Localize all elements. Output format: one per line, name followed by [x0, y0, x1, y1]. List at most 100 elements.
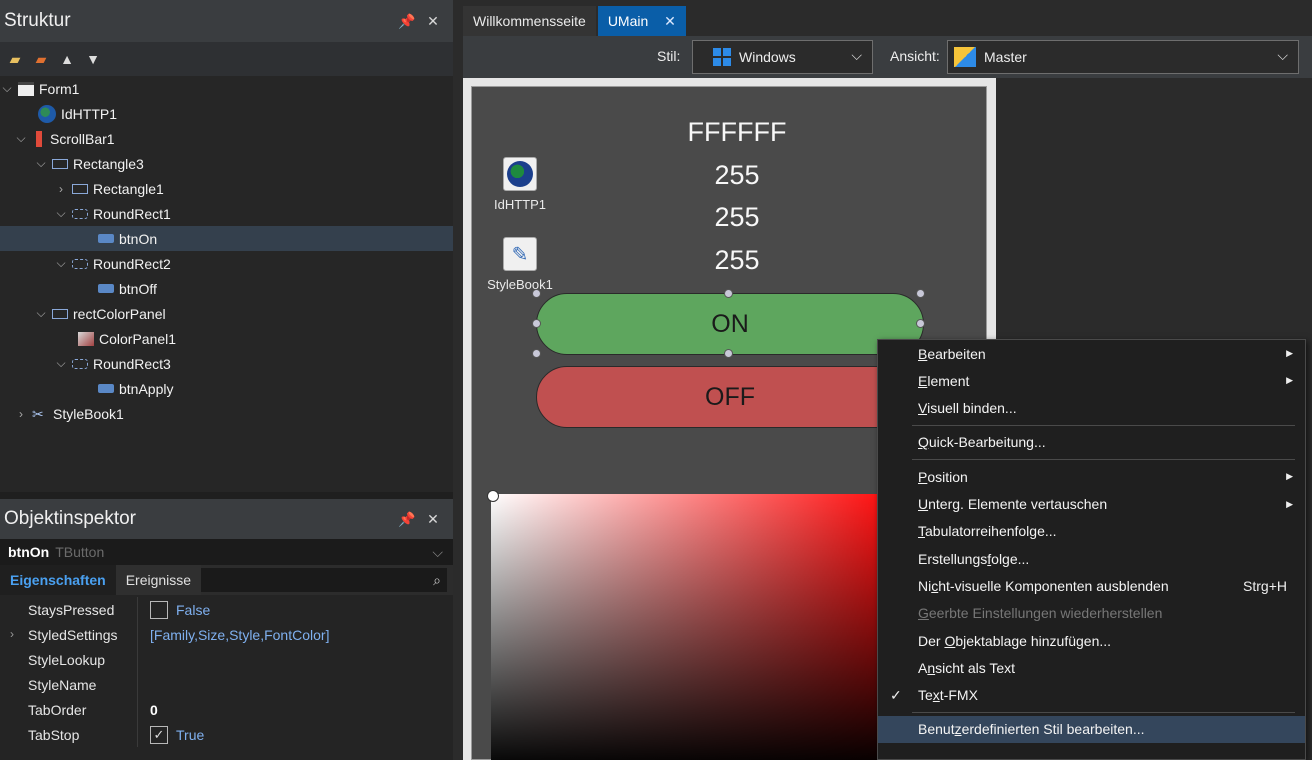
close-icon[interactable]: ✕	[664, 13, 676, 29]
property-row-stylelookup[interactable]: StyleLookup	[0, 647, 453, 672]
move-down-icon[interactable]: ▼	[84, 50, 102, 68]
menu-item[interactable]: Nicht-visuelle Komponenten ausblenden Str…	[878, 572, 1305, 599]
tab-willkommensseite[interactable]: Willkommensseite	[463, 6, 596, 36]
chevron-down-icon[interactable]: ⌵	[1277, 47, 1288, 64]
tree-item-rectangle1[interactable]: › Rectangle1	[0, 176, 453, 201]
resize-handle[interactable]	[532, 349, 541, 358]
property-value[interactable]	[137, 672, 453, 697]
resize-handle[interactable]	[916, 319, 925, 328]
pin-icon[interactable]: 📌	[397, 511, 417, 528]
property-value[interactable]: ✓ True	[137, 722, 453, 747]
property-row-taborder[interactable]: TabOrder 0	[0, 697, 453, 722]
color-picker-handle[interactable]	[487, 490, 499, 502]
collapse-all-icon[interactable]: ▰	[32, 50, 50, 68]
property-search-input[interactable]: ⌕	[201, 568, 447, 592]
tab-properties[interactable]: Eigenschaften	[0, 565, 116, 595]
chevron-down-icon[interactable]: ⌵	[851, 47, 862, 64]
close-icon[interactable]: ✕	[423, 511, 443, 528]
hex-label[interactable]: FFFFFF	[637, 117, 837, 148]
chevron-right-icon[interactable]: ›	[10, 627, 14, 641]
chevron-down-icon[interactable]: ⌵	[54, 206, 68, 221]
property-row-stylename[interactable]: StyleName	[0, 672, 453, 697]
menu-item[interactable]: ✓ Text-FMX	[878, 682, 1305, 709]
tree-item-colorpanel1[interactable]: ColorPanel1	[0, 326, 453, 351]
stylebook-icon: ✂	[32, 405, 44, 422]
on-button[interactable]: ON	[536, 293, 924, 355]
tree-item-rectcolorpanel[interactable]: ⌵ rectColorPanel	[0, 301, 453, 326]
menu-item-label: Unterg. Elemente vertauschen	[918, 496, 1108, 512]
chevron-down-icon[interactable]: ⌵	[14, 131, 28, 146]
expand-all-icon[interactable]: ▰	[6, 50, 24, 68]
view-combo[interactable]: Master ⌵	[947, 40, 1299, 74]
chevron-down-icon[interactable]: ⌵	[0, 81, 14, 96]
tree-item-btnapply[interactable]: btnApply	[0, 376, 453, 401]
view-label: Ansicht:	[890, 48, 940, 64]
object-inspector: Objektinspektor 📌 ✕ btnOn TButton ⌵ Eige…	[0, 499, 453, 760]
menu-item[interactable]: Erstellungsfolge...	[878, 545, 1305, 572]
menu-item[interactable]: Element ▶	[878, 367, 1305, 394]
menu-item[interactable]: Unterg. Elemente vertauschen ▶	[878, 491, 1305, 518]
style-combo[interactable]: Windows ⌵	[692, 40, 873, 74]
tree-item-roundrect1[interactable]: ⌵ RoundRect1	[0, 201, 453, 226]
tree-item-idhttp1[interactable]: IdHTTP1	[0, 101, 453, 126]
chevron-right-icon[interactable]: ›	[54, 182, 68, 196]
checkbox[interactable]	[150, 600, 168, 619]
chevron-down-icon[interactable]: ⌵	[34, 156, 48, 171]
resize-handle[interactable]	[916, 289, 925, 298]
menu-item-label: Visuell binden...	[918, 400, 1017, 417]
tree-item-stylebook1[interactable]: › ✂ StyleBook1	[0, 401, 453, 426]
search-icon[interactable]: ⌕	[433, 572, 441, 589]
globe-icon	[38, 104, 56, 123]
menu-separator	[912, 459, 1295, 461]
property-name-text: StaysPressed	[28, 601, 115, 618]
menu-item[interactable]: Ansicht als Text	[878, 654, 1305, 681]
property-value[interactable]: 0	[137, 697, 453, 722]
menu-item[interactable]: Visuell binden...	[878, 395, 1305, 422]
chevron-down-icon[interactable]: ⌵	[54, 356, 68, 371]
resize-handle[interactable]	[724, 289, 733, 298]
tree-item-roundrect3[interactable]: ⌵ RoundRect3	[0, 351, 453, 376]
object-selector[interactable]: btnOn TButton ⌵	[0, 539, 453, 565]
property-row-styledsettings[interactable]: › StyledSettings [Family,Size,Style,FontCo…	[0, 622, 453, 647]
pin-icon[interactable]: 📌	[397, 13, 417, 30]
property-row-tabstop[interactable]: TabStop ✓ True	[0, 722, 453, 747]
stylebook-component[interactable]: ✎ StyleBook1	[483, 237, 557, 292]
menu-item[interactable]: Position ▶	[878, 463, 1305, 490]
tree-item-rectangle3[interactable]: ⌵ Rectangle3	[0, 151, 453, 176]
tree-item-roundrect2[interactable]: ⌵ RoundRect2	[0, 251, 453, 276]
chevron-down-icon[interactable]: ⌵	[34, 306, 48, 321]
property-name-text: TabOrder	[28, 701, 87, 718]
property-value[interactable]: [Family,Size,Style,FontColor]	[137, 622, 453, 647]
red-value-label[interactable]: 255	[637, 160, 837, 191]
close-icon[interactable]: ✕	[423, 13, 443, 30]
menu-item[interactable]: Quick-Bearbeitung...	[878, 429, 1305, 456]
chevron-right-icon[interactable]: ›	[14, 407, 28, 421]
property-value[interactable]: False	[137, 597, 453, 622]
checkbox[interactable]: ✓	[150, 725, 168, 744]
tab-events[interactable]: Ereignisse	[115, 565, 202, 595]
tree-item-form1[interactable]: ⌵ Form1	[0, 76, 453, 101]
menu-item[interactable]: Bearbeiten ▶	[878, 340, 1305, 367]
menu-item[interactable]: Benutzerdefinierten Stil bearbeiten...	[878, 715, 1305, 743]
resize-handle[interactable]	[532, 289, 541, 298]
resize-handle[interactable]	[532, 319, 541, 328]
idhttp-component[interactable]: IdHTTP1	[490, 157, 550, 212]
chevron-down-icon[interactable]: ⌵	[432, 544, 443, 561]
property-row-stayspressed[interactable]: StaysPressed False	[0, 597, 453, 622]
tree-item-scrollbar1[interactable]: ⌵ ScrollBar1	[0, 126, 453, 151]
menu-item[interactable]: Tabulatorreihenfolge...	[878, 518, 1305, 545]
tree-item-btnoff[interactable]: btnOff	[0, 276, 453, 301]
move-up-icon[interactable]: ▲	[58, 50, 76, 68]
tree-item-label: ColorPanel1	[99, 330, 177, 347]
tab-umain[interactable]: UMain ✕	[597, 6, 686, 36]
blue-value-label[interactable]: 255	[637, 245, 837, 276]
property-value[interactable]	[137, 647, 453, 672]
color-panel[interactable]	[491, 494, 911, 760]
menu-item[interactable]: Der Objektablage hinzufügen...	[878, 627, 1305, 654]
green-value-label[interactable]: 255	[637, 202, 837, 233]
tree-item-btnon[interactable]: btnOn	[0, 226, 453, 251]
chevron-down-icon[interactable]: ⌵	[54, 256, 68, 271]
off-button[interactable]: OFF	[536, 366, 924, 428]
resize-handle[interactable]	[724, 349, 733, 358]
view-value: Master	[984, 49, 1027, 65]
